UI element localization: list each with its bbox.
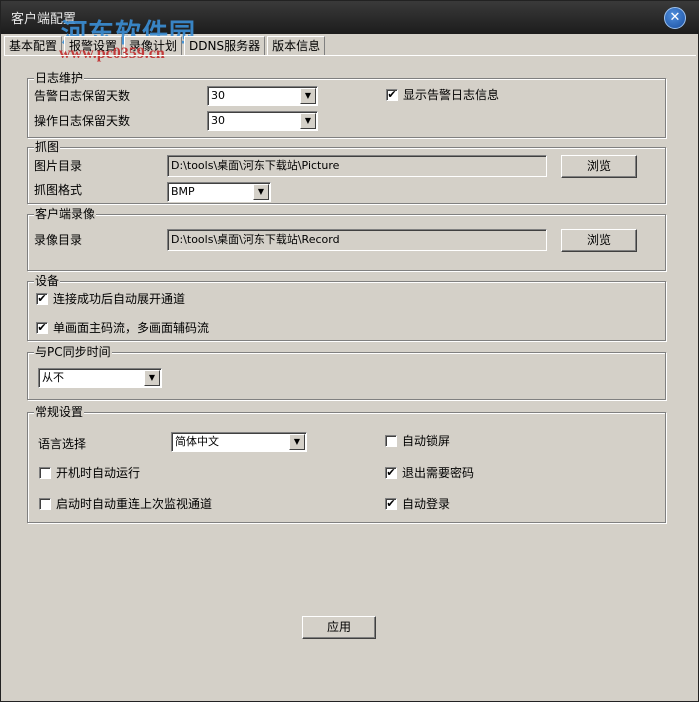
close-button[interactable]: ✕ — [664, 7, 686, 29]
general-group-title: 常规设置 — [34, 405, 85, 419]
capture-group-title: 抓图 — [34, 140, 61, 154]
autologin-checkbox[interactable]: ✔ — [385, 498, 397, 510]
chevron-down-icon: ▼ — [144, 370, 160, 386]
chevron-down-icon: ▼ — [300, 88, 316, 104]
record-dir-label: 录像目录 — [34, 233, 83, 247]
general-group: 常规设置 语言选择 简体中文 ▼ 开机时自动运行 启动时自动重连上次监视通道 自… — [27, 405, 666, 523]
auto-expand-label: 连接成功后自动展开通道 — [53, 292, 186, 306]
autostart-label: 开机时自动运行 — [56, 466, 141, 480]
device-group: 设备 ✔ 连接成功后自动展开通道 ✔ 单画面主码流，多画面辅码流 — [27, 274, 666, 341]
tab-basic-config[interactable]: 基本配置 — [4, 36, 63, 56]
log-group-title: 日志维护 — [34, 71, 85, 85]
sync-group-title: 与PC同步时间 — [34, 345, 112, 359]
alarm-days-label: 告警日志保留天数 — [34, 89, 131, 103]
sync-time-value: 从不 — [42, 371, 64, 384]
op-days-value: 30 — [211, 114, 225, 127]
autolock-checkbox[interactable] — [385, 435, 397, 447]
exit-password-checkbox[interactable]: ✔ — [385, 467, 397, 479]
record-dir-field[interactable]: D:\tools\桌面\河东下载站\Record — [167, 229, 547, 251]
alarm-days-select[interactable]: 30 ▼ — [207, 86, 318, 106]
log-group: 日志维护 告警日志保留天数 30 ▼ 操作日志保留天数 30 ▼ ✔ 显示告警日… — [27, 71, 666, 138]
capture-format-label: 抓图格式 — [34, 183, 83, 197]
record-browse-button[interactable]: 浏览 — [561, 229, 637, 252]
close-icon: ✕ — [669, 10, 681, 25]
settings-window: 客户端配置 ✕ 河东软件园 基本配置 报警设置 录像计划 DDNS服务器 版本信… — [0, 0, 699, 702]
chevron-down-icon: ▼ — [300, 113, 316, 129]
alarm-days-value: 30 — [211, 89, 225, 102]
sync-group: 与PC同步时间 从不 ▼ — [27, 345, 666, 400]
op-days-label: 操作日志保留天数 — [34, 114, 131, 128]
basic-config-panel: 日志维护 告警日志保留天数 30 ▼ 操作日志保留天数 30 ▼ ✔ 显示告警日… — [4, 55, 696, 699]
language-label: 语言选择 — [38, 437, 87, 451]
autologin-label: 自动登录 — [402, 497, 451, 511]
tab-bar: 基本配置 报警设置 录像计划 DDNS服务器 版本信息 — [4, 36, 327, 56]
tab-version-info[interactable]: 版本信息 — [267, 36, 326, 56]
record-group-title: 客户端录像 — [34, 207, 97, 221]
picture-dir-label: 图片目录 — [34, 159, 83, 173]
language-select[interactable]: 简体中文 ▼ — [171, 432, 307, 452]
show-alarm-label: 显示告警日志信息 — [403, 88, 500, 102]
device-group-title: 设备 — [34, 274, 61, 288]
autolock-label: 自动锁屏 — [402, 434, 451, 448]
capture-format-select[interactable]: BMP ▼ — [167, 182, 271, 202]
apply-button[interactable]: 应用 — [302, 616, 376, 639]
picture-dir-field[interactable]: D:\tools\桌面\河东下载站\Picture — [167, 155, 547, 177]
op-days-select[interactable]: 30 ▼ — [207, 111, 318, 131]
tab-ddns-server[interactable]: DDNS服务器 — [184, 36, 266, 56]
exit-password-label: 退出需要密码 — [402, 466, 475, 480]
record-group: 客户端录像 录像目录 D:\tools\桌面\河东下载站\Record 浏览 — [27, 207, 666, 271]
record-dir-value: D:\tools\桌面\河东下载站\Record — [171, 233, 340, 246]
language-value: 简体中文 — [175, 435, 219, 448]
stream-mode-label: 单画面主码流，多画面辅码流 — [53, 321, 210, 335]
capture-format-value: BMP — [171, 185, 195, 198]
auto-expand-checkbox[interactable]: ✔ — [36, 293, 48, 305]
autostart-checkbox[interactable] — [39, 467, 51, 479]
chevron-down-icon: ▼ — [289, 434, 305, 450]
picture-dir-value: D:\tools\桌面\河东下载站\Picture — [171, 159, 340, 172]
reconnect-label: 启动时自动重连上次监视通道 — [56, 497, 213, 511]
reconnect-checkbox[interactable] — [39, 498, 51, 510]
picture-browse-button[interactable]: 浏览 — [561, 155, 637, 178]
capture-group: 抓图 图片目录 D:\tools\桌面\河东下载站\Picture 浏览 抓图格… — [27, 140, 666, 204]
sync-time-select[interactable]: 从不 ▼ — [38, 368, 162, 388]
chevron-down-icon: ▼ — [253, 184, 269, 200]
stream-mode-checkbox[interactable]: ✔ — [36, 322, 48, 334]
show-alarm-checkbox[interactable]: ✔ — [386, 89, 398, 101]
